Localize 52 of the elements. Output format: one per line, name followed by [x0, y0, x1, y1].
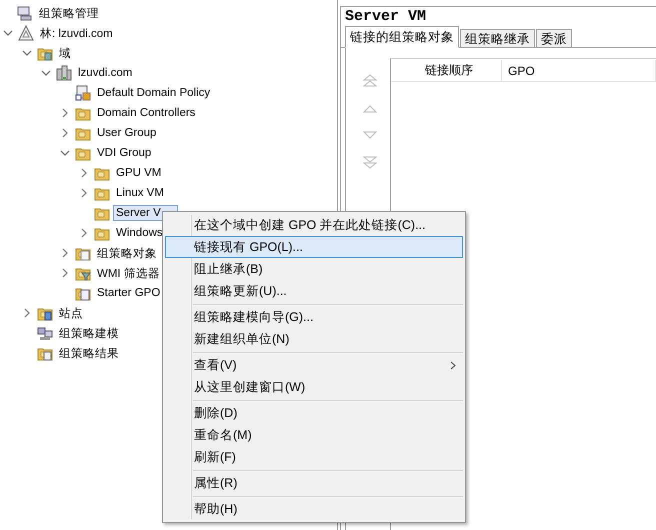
menu-item[interactable]: 属性(R) — [165, 472, 463, 494]
menu-item[interactable]: 组策略更新(U)... — [165, 280, 463, 302]
menu-item[interactable]: 从这里创建窗口(W) — [165, 376, 463, 398]
menu-item[interactable]: 链接现有 GPO(L)... — [165, 236, 463, 258]
computers-icon — [37, 325, 53, 341]
menu-item[interactable]: 查看(V) — [165, 354, 463, 376]
expand-chevron-icon[interactable] — [79, 228, 89, 238]
collapse-chevron-icon[interactable] — [22, 48, 32, 58]
expand-chevron-icon[interactable] — [60, 248, 70, 258]
collapse-chevron-icon[interactable] — [41, 68, 51, 78]
menu-item[interactable]: 阻止继承(B) — [165, 258, 463, 280]
tree-item[interactable]: Domain Controllers — [94, 105, 200, 121]
collapse-chevron-icon[interactable] — [60, 148, 70, 158]
menu-item[interactable]: 删除(D) — [165, 402, 463, 424]
tree-item[interactable]: 林: lzuvdi.com — [37, 24, 117, 42]
expand-chevron-icon[interactable] — [79, 168, 89, 178]
menu-item[interactable]: 刷新(F) — [165, 446, 463, 468]
expand-chevron-icon[interactable] — [60, 108, 70, 118]
server-icon — [56, 65, 72, 81]
tree-item[interactable]: Starter GPO — [94, 285, 164, 301]
triangle-icon — [18, 25, 34, 41]
tree-item[interactable]: 组策略对象 — [94, 244, 161, 262]
menu-item[interactable]: 帮助(H) — [165, 498, 463, 520]
tab[interactable]: 组策略继承 — [460, 29, 535, 47]
column-header[interactable]: 链接顺序 — [391, 60, 502, 82]
expand-chevron-icon[interactable] — [60, 128, 70, 138]
tree-item[interactable]: Windows — [113, 225, 167, 241]
tree-item[interactable]: 站点 — [56, 304, 87, 322]
tree-item[interactable]: lzuvdi.com — [75, 65, 136, 81]
collapse-chevron-icon[interactable] — [3, 28, 13, 38]
column-header[interactable]: GPO — [502, 60, 656, 82]
tree-item[interactable]: VDI Group — [94, 145, 156, 161]
menu-item[interactable]: 重命名(M) — [165, 424, 463, 446]
tab[interactable]: 链接的组策略对象 — [345, 26, 459, 48]
expand-chevron-icon[interactable] — [60, 268, 70, 278]
tree-item[interactable]: 组策略建模 — [56, 324, 123, 342]
tree-item[interactable]: GPU VM — [113, 165, 166, 181]
policy-icon — [75, 85, 91, 101]
tree-item[interactable]: 组策略结果 — [56, 344, 123, 362]
menu-item[interactable]: 新建组织单位(N) — [165, 328, 463, 350]
pane-title: Server VM — [344, 7, 428, 27]
expand-chevron-icon[interactable] — [79, 188, 89, 198]
tree-item[interactable]: WMI 筛选器 — [94, 264, 164, 282]
expand-chevron-icon[interactable] — [22, 308, 32, 318]
tree-item[interactable]: User Group — [94, 125, 160, 141]
tab[interactable]: 委派 — [536, 29, 572, 47]
console-icon — [17, 5, 33, 21]
menu-item[interactable]: 组策略建模向导(G)... — [165, 306, 463, 328]
tree-item[interactable]: Default Domain Policy — [94, 85, 214, 101]
tree-item[interactable]: 域 — [56, 44, 75, 62]
tree-item[interactable]: 组策略管理 — [36, 4, 103, 22]
tree-item[interactable]: Linux VM — [113, 185, 168, 201]
